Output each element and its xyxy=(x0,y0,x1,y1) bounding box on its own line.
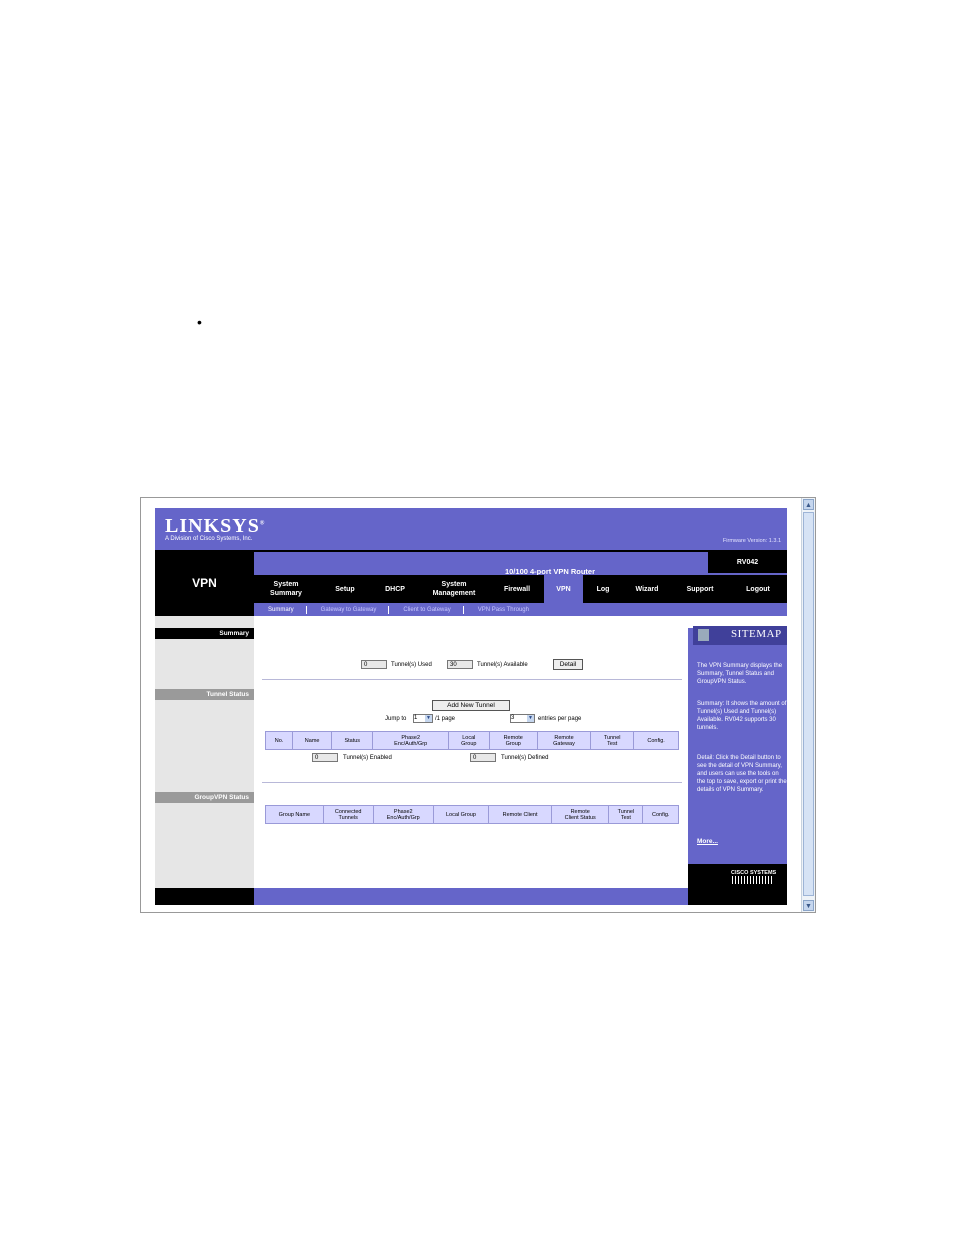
tab-system-summary[interactable]: System Summary xyxy=(254,575,318,603)
footer-bar xyxy=(254,888,688,905)
jump-to-label: Jump to xyxy=(385,716,407,722)
column-header: Config. xyxy=(633,731,679,750)
sitemap-text-summary: Summary: It shows the amount of Tunnel(s… xyxy=(697,701,787,731)
more-link[interactable]: More... xyxy=(697,838,718,845)
header-banner: LINKSYS® A Division of Cisco Systems, In… xyxy=(155,508,787,550)
model-name: RV042 xyxy=(708,552,787,573)
divider xyxy=(262,679,682,680)
page-count-label: /1 page xyxy=(435,716,456,722)
page-select[interactable]: 1 ▼ xyxy=(413,714,433,723)
column-header: Connected Tunnels xyxy=(322,805,374,824)
scroll-down-arrow-icon[interactable]: ▼ xyxy=(803,900,814,911)
firmware-version: Firmware Version: 1.3.1 xyxy=(722,538,781,544)
chevron-down-icon: ▼ xyxy=(527,715,534,722)
bullet-point: • xyxy=(197,314,202,330)
router-admin-page: LINKSYS® A Division of Cisco Systems, In… xyxy=(155,508,787,908)
column-header: Phase2 Enc/Auth/Grp xyxy=(372,731,450,750)
column-header: Remote Client Status xyxy=(551,805,610,824)
vertical-scrollbar[interactable]: ▲ ▼ xyxy=(801,498,815,912)
subtab-vpn-pass-through[interactable]: VPN Pass Through xyxy=(464,606,541,614)
tunnels-enabled-field: 0 xyxy=(312,753,338,762)
column-header: Phase2 Enc/Auth/Grp xyxy=(372,805,434,824)
tunnel-status-table: No. Name Status Phase2 Enc/Auth/Grp Local Gr… xyxy=(264,731,679,750)
summary-header: Summary xyxy=(155,628,254,639)
sub-nav: Summary Gateway to Gateway Client to Gat… xyxy=(254,603,787,616)
tunnels-defined-field: 0 xyxy=(470,753,496,762)
sitemap-panel: SITEMAP The VPN Summary displays the Sum… xyxy=(688,616,787,888)
scroll-up-arrow-icon[interactable]: ▲ xyxy=(803,499,814,510)
tab-system-management[interactable]: System Management xyxy=(418,575,490,603)
entries-per-page-label: entries per page xyxy=(538,716,582,722)
cisco-logo-icon: CISCO SYSTEMS xyxy=(688,864,787,888)
column-header: Remote Gateway xyxy=(536,731,592,750)
column-header: Group Name xyxy=(265,805,324,824)
tunnel-status-header: Tunnel Status xyxy=(155,689,254,700)
column-header: Remote Client xyxy=(488,805,553,824)
groupvpn-status-table: Group Name Connected Tunnels Phase2 Enc/Au… xyxy=(265,805,679,824)
detail-button[interactable]: Detail xyxy=(553,659,583,670)
subtab-gateway-to-gateway[interactable]: Gateway to Gateway xyxy=(307,605,390,614)
sitemap-banner[interactable]: SITEMAP xyxy=(693,626,787,645)
footer-right xyxy=(688,888,787,905)
tab-wizard[interactable]: Wizard xyxy=(623,575,671,603)
tab-logout[interactable]: Logout xyxy=(729,575,787,603)
tab-support[interactable]: Support xyxy=(671,575,729,603)
left-label-column: Summary Tunnel Status GroupVPN Status xyxy=(155,616,254,888)
column-header: Local Group xyxy=(448,731,490,750)
scroll-thumb[interactable] xyxy=(803,512,814,896)
tab-firewall[interactable]: Firewall xyxy=(490,575,544,603)
sitemap-title: SITEMAP xyxy=(731,628,782,640)
entries-per-page-select[interactable]: 3 ▼ xyxy=(510,714,535,723)
linksys-logo: LINKSYS® xyxy=(165,515,266,537)
column-header: Tunnel Test xyxy=(608,805,644,824)
main-content: 0 Tunnel(s) Used 30 Tunnel(s) Available … xyxy=(254,616,688,888)
column-header: Name xyxy=(292,731,333,750)
tunnels-used-field: 0 xyxy=(361,660,387,669)
cisco-bars xyxy=(732,876,772,884)
subtab-summary[interactable]: Summary xyxy=(254,605,307,614)
divider xyxy=(262,782,682,783)
table-header-row: Group Name Connected Tunnels Phase2 Enc/Au… xyxy=(265,805,679,824)
main-nav: System Summary Setup DHCP System Managem… xyxy=(254,575,787,603)
tunnels-used-label: Tunnel(s) Used xyxy=(391,662,432,668)
groupvpn-status-header: GroupVPN Status xyxy=(155,792,254,803)
tab-log[interactable]: Log xyxy=(583,575,623,603)
page-title: VPN xyxy=(192,576,217,590)
logo-subtitle: A Division of Cisco Systems, Inc. xyxy=(165,536,253,542)
column-header: Tunnel Test xyxy=(590,731,635,750)
sitemap-text-detail: Detail: Click the Detail button to see t… xyxy=(697,755,787,793)
tunnels-defined-label: Tunnel(s) Defined xyxy=(501,755,549,761)
subtab-client-to-gateway[interactable]: Client to Gateway xyxy=(389,605,464,614)
tunnels-enabled-label: Tunnel(s) Enabled xyxy=(343,755,392,761)
tab-dhcp[interactable]: DHCP xyxy=(372,575,418,603)
add-new-tunnel-button[interactable]: Add New Tunnel xyxy=(432,700,510,711)
column-header: Local Group xyxy=(432,805,490,824)
tab-setup[interactable]: Setup xyxy=(318,575,372,603)
column-header: No. xyxy=(264,731,294,750)
tab-vpn[interactable]: VPN xyxy=(544,575,583,603)
table-header-row: No. Name Status Phase2 Enc/Auth/Grp Local Gr… xyxy=(264,731,679,750)
browser-frame: ▲ ▼ LINKSYS® A Division of Cisco Systems… xyxy=(140,497,816,913)
tunnels-available-field: 30 xyxy=(447,660,473,669)
sitemap-text-intro: The VPN Summary displays the Summary, Tu… xyxy=(697,663,783,685)
chevron-down-icon: ▼ xyxy=(425,715,432,722)
column-header: Config. xyxy=(642,805,679,824)
tunnels-available-label: Tunnel(s) Available xyxy=(477,662,528,668)
column-header: Status xyxy=(331,731,374,750)
footer-left xyxy=(155,888,254,905)
column-header: Remote Group xyxy=(488,731,538,750)
sitemap-icon xyxy=(698,629,709,641)
